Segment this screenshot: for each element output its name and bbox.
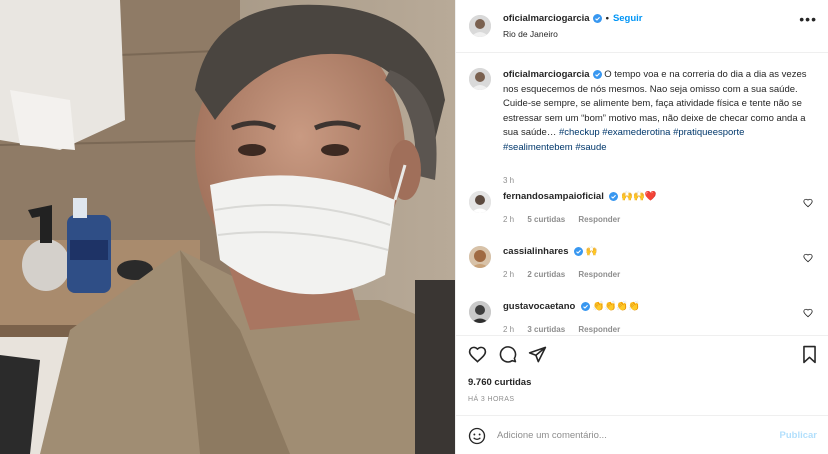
comment-time: 2 h (503, 215, 515, 224)
like-comment-heart-icon[interactable] (803, 198, 813, 208)
post-details-panel: oficialmarciogarcia • Seguir Rio de Jane… (455, 0, 828, 454)
comment-text: 👏👏👏👏 (592, 301, 640, 312)
reply-button[interactable]: Responder (578, 270, 620, 279)
share-icon[interactable] (528, 345, 547, 364)
verified-badge-icon (574, 246, 584, 256)
commenter-username[interactable]: gustavocaetano (503, 301, 575, 312)
hashtag-link[interactable]: #pratiqueesporte (673, 127, 744, 138)
comment-text: 🙌🙌❤️ (621, 191, 657, 202)
separator-dot: • (605, 13, 609, 24)
comment-likes[interactable]: 5 curtidas (527, 215, 565, 224)
verified-badge-icon (592, 69, 602, 79)
comment-line: cassialinhares 🙌 (503, 246, 598, 257)
commenter-username[interactable]: cassialinhares (503, 246, 569, 257)
caption-text: oficialmarciogarcia O tempo voa e na cor… (503, 68, 811, 155)
comment-item: gustavocaetano 👏👏👏👏 2 h 3 curtidas Respo… (469, 301, 819, 335)
comment-time: 2 h (503, 325, 515, 334)
comment-likes[interactable]: 2 curtidas (527, 270, 565, 279)
bookmark-icon[interactable] (800, 345, 819, 364)
post-header: oficialmarciogarcia • Seguir Rio de Jane… (456, 0, 828, 53)
selfie-image (0, 0, 455, 454)
caption-avatar[interactable] (469, 68, 491, 90)
hashtag-link[interactable]: #saude (575, 142, 606, 153)
hashtag-link[interactable]: #examederotina (602, 127, 670, 138)
follow-button[interactable]: Seguir (613, 13, 643, 24)
hashtag-link[interactable]: #sealimentebem (503, 142, 573, 153)
verified-badge-icon (609, 191, 619, 201)
comment-item: fernandosampaioficial 🙌🙌❤️ 2 h 5 curtida… (469, 191, 819, 231)
comment-line: fernandosampaioficial 🙌🙌❤️ (503, 191, 657, 202)
post-photo[interactable] (0, 0, 455, 454)
more-horizontal-icon[interactable]: ••• (799, 12, 817, 26)
reply-button[interactable]: Responder (578, 215, 620, 224)
add-comment-bar: Publicar (456, 415, 828, 454)
comments-list[interactable]: oficialmarciogarcia O tempo voa e na cor… (456, 53, 828, 335)
caption-time: 3 h (503, 176, 515, 185)
publish-button[interactable]: Publicar (780, 430, 818, 441)
posted-time: HÁ 3 HORAS (468, 396, 515, 403)
verified-badge-icon (592, 14, 602, 23)
comment-meta: 2 h 5 curtidas Responder (503, 215, 631, 224)
commenter-username[interactable]: fernandosampaioficial (503, 191, 604, 202)
like-comment-heart-icon[interactable] (803, 308, 813, 318)
caption-username[interactable]: oficialmarciogarcia (503, 69, 590, 80)
commenter-avatar[interactable] (469, 301, 491, 323)
comment-item: cassialinhares 🙌 2 h 2 curtidas Responde… (469, 246, 819, 286)
hashtag-link[interactable]: #checkup (559, 127, 600, 138)
comment-likes[interactable]: 3 curtidas (527, 325, 565, 334)
comment-text: 🙌 (585, 246, 598, 257)
author-avatar[interactable] (469, 15, 491, 37)
comment-line: gustavocaetano 👏👏👏👏 (503, 301, 640, 312)
heart-icon[interactable] (468, 345, 487, 364)
reply-button[interactable]: Responder (578, 325, 620, 334)
author-username[interactable]: oficialmarciogarcia (503, 13, 590, 24)
commenter-avatar[interactable] (469, 191, 491, 213)
author-row: oficialmarciogarcia • Seguir (503, 13, 643, 24)
comment-meta: 2 h 2 curtidas Responder (503, 270, 631, 279)
post-actions: 9.760 curtidas HÁ 3 HORAS (456, 335, 828, 415)
comment-meta: 2 h 3 curtidas Responder (503, 325, 631, 334)
comment-time: 2 h (503, 270, 515, 279)
emoji-icon[interactable] (468, 427, 486, 445)
likes-count[interactable]: 9.760 curtidas (468, 377, 531, 388)
like-comment-heart-icon[interactable] (803, 253, 813, 263)
comment-input[interactable] (497, 426, 757, 444)
comment-icon[interactable] (498, 345, 517, 364)
verified-badge-icon (580, 301, 590, 311)
commenter-avatar[interactable] (469, 246, 491, 268)
location-link[interactable]: Rio de Janeiro (503, 29, 558, 39)
